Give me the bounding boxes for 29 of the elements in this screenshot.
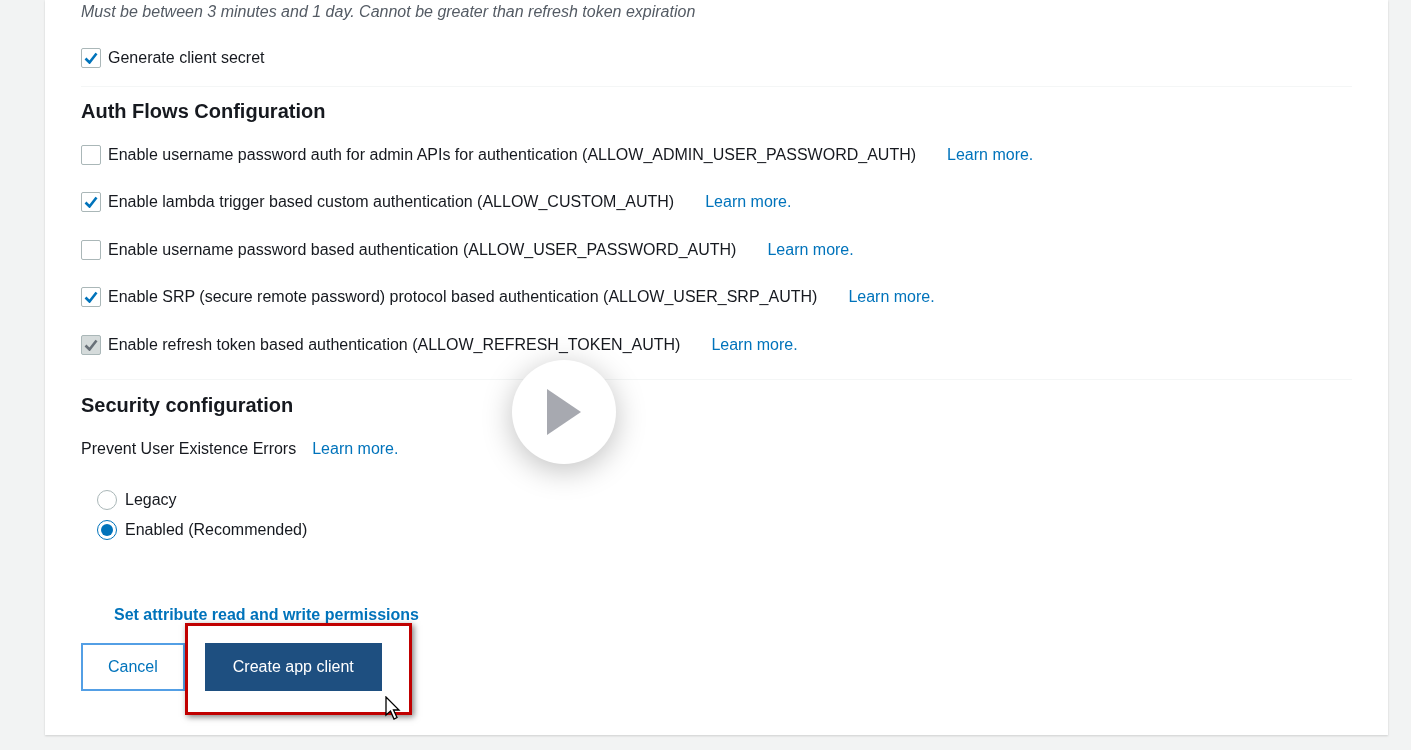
radio-label: Enabled (Recommended) xyxy=(125,519,308,540)
field-label: Prevent User Existence Errors xyxy=(81,438,297,459)
play-icon xyxy=(547,389,581,435)
create-button[interactable]: Create app client xyxy=(204,642,382,691)
checkbox[interactable] xyxy=(81,287,101,308)
checkbox-label: Enable username password auth for admin APIs for authentication (ALLOW_ADMIN_USER_PASSWORD_AUTH) xyxy=(108,144,917,165)
hint-text: Must be between 3 minutes and 1 day. Cannot be greater than refresh token expiration xyxy=(81,2,697,22)
learn-more-link[interactable]: Learn more. xyxy=(705,190,792,215)
radio-button[interactable] xyxy=(97,489,117,510)
checkbox[interactable] xyxy=(81,239,101,260)
learn-more-link[interactable]: Learn more. xyxy=(848,285,935,310)
learn-more-link[interactable]: Learn more. xyxy=(312,436,399,461)
section-heading: Security configuration xyxy=(81,392,294,417)
cursor-icon xyxy=(384,695,401,720)
permissions-link[interactable]: Set attribute read and write permissions xyxy=(114,602,419,627)
checkbox-label: Generate client secret xyxy=(108,48,265,68)
learn-more-link[interactable]: Learn more. xyxy=(767,237,854,262)
checkbox[interactable] xyxy=(81,192,101,213)
checkbox[interactable] xyxy=(81,144,101,165)
cancel-button[interactable]: Cancel xyxy=(81,642,185,691)
learn-more-link[interactable]: Learn more. xyxy=(947,142,1034,167)
radio-label: Legacy xyxy=(125,489,177,510)
section-heading: Auth Flows Configuration xyxy=(81,99,326,123)
checkbox-label: Enable username password based authentication (ALLOW_USER_PASSWORD_AUTH) xyxy=(108,239,737,260)
checkbox[interactable] xyxy=(81,48,101,68)
checkbox-label: Enable lambda trigger based custom authentication (ALLOW_CUSTOM_AUTH) xyxy=(108,192,675,213)
checkbox-label: Enable SRP (secure remote password) protocol based authentication (ALLOW_USER_SRP_AUTH) xyxy=(108,287,818,308)
radio-button[interactable] xyxy=(97,519,117,540)
checkbox-label: Enable refresh token based authentication (ALLOW_REFRESH_TOKEN_AUTH) xyxy=(108,334,681,355)
